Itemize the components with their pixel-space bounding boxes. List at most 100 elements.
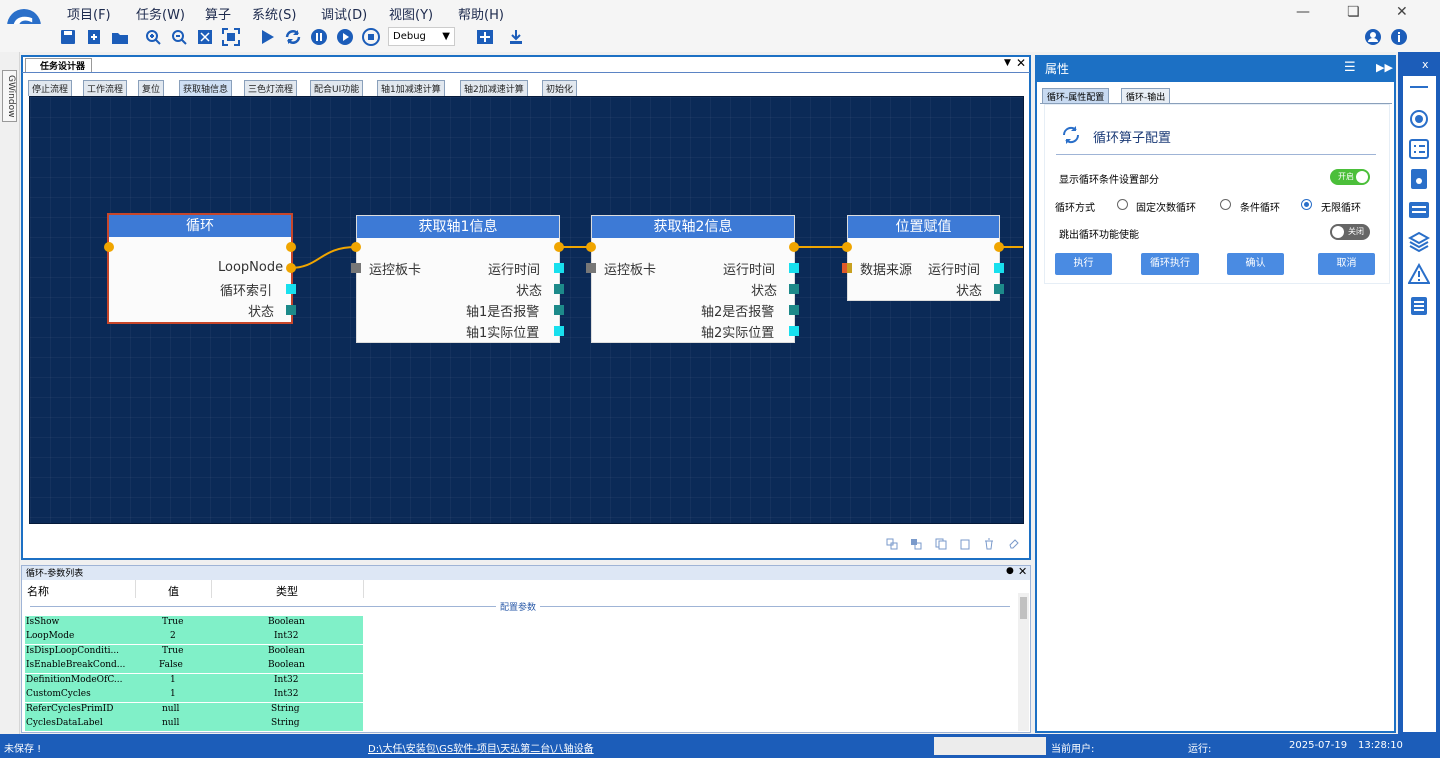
node-axis2-title: 获取轴2信息	[592, 216, 794, 238]
port-axis2-alarm[interactable]	[789, 305, 799, 315]
paste-icon[interactable]	[959, 538, 971, 550]
row-value: 1	[170, 675, 176, 685]
table-row[interactable]: LoopMode 2 Int32	[25, 630, 363, 644]
confirm-button[interactable]: 确认	[1227, 253, 1284, 275]
menu-icon[interactable]: ☰	[1344, 60, 1356, 75]
close-sidebar-icon[interactable]: x	[1422, 58, 1429, 71]
node-assign-input: 数据来源	[860, 263, 913, 278]
node-axis1-output-0: 运行时间	[488, 263, 541, 278]
row-name: LoopMode	[26, 631, 75, 641]
save-status: 未保存 !	[4, 744, 42, 755]
table-row[interactable]: DefinitionModeOfC... 1 Int32	[25, 674, 363, 688]
radio-dot	[1304, 202, 1309, 207]
row-name: CyclesDataLabel	[26, 718, 103, 728]
col-divider	[135, 580, 136, 598]
port-axis1-runtime[interactable]	[554, 263, 564, 273]
heading-divider	[1056, 154, 1376, 155]
port-axis2-card[interactable]	[586, 263, 596, 273]
port-axis1-status[interactable]	[554, 284, 564, 294]
loop-operator-icon	[1060, 124, 1082, 146]
table-row[interactable]: IsDispLoopConditi... True Boolean	[25, 645, 363, 659]
table-row[interactable]: CyclesDataLabel null String	[25, 717, 363, 731]
row-type: Int32	[274, 689, 299, 699]
collapse-icon[interactable]: ▶▶	[1376, 61, 1393, 74]
row-value: null	[162, 718, 180, 728]
clear-icon[interactable]	[1008, 538, 1020, 550]
row-value: 2	[170, 631, 176, 641]
variables-icon[interactable]	[1408, 295, 1430, 317]
col-header-name[interactable]: 名称	[27, 583, 49, 599]
show-condition-label: 显示循环条件设置部分	[1059, 175, 1159, 186]
port-assign-status[interactable]	[994, 284, 1004, 294]
port-axis2-out[interactable]	[789, 242, 799, 252]
settings-doc-icon[interactable]	[1408, 168, 1430, 190]
radio-fixed-count[interactable]	[1117, 199, 1128, 210]
delete-icon[interactable]	[983, 538, 995, 550]
copy-icon[interactable]	[935, 538, 947, 550]
port-loop-index[interactable]	[286, 284, 296, 294]
loop-execute-button[interactable]: 循环执行	[1141, 253, 1199, 275]
table-row[interactable]: IsShow True Boolean	[25, 616, 363, 630]
status-time: 13:28:10	[1358, 740, 1403, 751]
port-loop-status[interactable]	[286, 305, 296, 315]
checklist-icon[interactable]	[1408, 138, 1430, 160]
row-type: Boolean	[268, 646, 305, 656]
node-axis2-output-1: 状态	[751, 284, 778, 299]
status-date: 2025-07-19	[1289, 740, 1348, 751]
row-type: Boolean	[268, 617, 305, 627]
list-view-icon[interactable]	[1408, 199, 1430, 221]
port-axis1-out[interactable]	[554, 242, 564, 252]
port-assign-source[interactable]	[842, 263, 852, 273]
break-toggle[interactable]: 关闭	[1330, 224, 1370, 240]
row-type: Boolean	[268, 660, 305, 670]
node-assign-title: 位置赋值	[848, 216, 999, 238]
scroll-thumb[interactable]	[1020, 597, 1027, 619]
radio-fixed-count-label: 固定次数循环	[1136, 203, 1196, 214]
tab-loop-config[interactable]: 循环-属性配置	[1042, 88, 1110, 103]
tab-loop-output[interactable]: 循环-输出	[1121, 88, 1171, 103]
node-assign-output-0: 运行时间	[928, 263, 981, 278]
port-axis2-in[interactable]	[586, 242, 596, 252]
cancel-button[interactable]: 取消	[1318, 253, 1375, 275]
table-row[interactable]: ReferCyclesPrimID null String	[25, 703, 363, 717]
properties-title: 属性	[1045, 62, 1070, 76]
radio-infinite[interactable]	[1301, 199, 1312, 210]
row-value: 1	[170, 689, 176, 699]
port-assign-out[interactable]	[994, 242, 1004, 252]
col-header-type[interactable]: 类型	[276, 583, 298, 599]
execute-button[interactable]: 执行	[1055, 253, 1112, 275]
layers-icon[interactable]	[1408, 231, 1430, 253]
port-axis1-in[interactable]	[351, 242, 361, 252]
warning-icon[interactable]	[1408, 263, 1430, 285]
table-row[interactable]: CustomCycles 1 Int32	[25, 688, 363, 702]
radio-condition[interactable]	[1220, 199, 1231, 210]
port-loop-out[interactable]	[286, 242, 296, 252]
separator	[1410, 86, 1428, 88]
project-path-link[interactable]: D:\大任\安装包\GS软件-项目\天弘第二台\八轴设备	[368, 740, 594, 755]
port-loop-node[interactable]	[286, 263, 296, 273]
port-assign-in[interactable]	[842, 242, 852, 252]
port-axis1-alarm[interactable]	[554, 305, 564, 315]
pin-icon[interactable]: ●	[1006, 566, 1014, 576]
progress-field	[934, 737, 1046, 755]
ungroup-icon[interactable]	[910, 538, 922, 550]
param-scrollbar[interactable]	[1018, 593, 1029, 731]
port-axis2-status[interactable]	[789, 284, 799, 294]
col-header-value[interactable]: 值	[168, 583, 179, 599]
port-axis1-position[interactable]	[554, 326, 564, 336]
port-axis1-card[interactable]	[351, 263, 361, 273]
row-value: True	[162, 646, 184, 656]
table-row[interactable]: IsEnableBreakCond... False Boolean	[25, 659, 363, 673]
group-icon[interactable]	[886, 538, 898, 550]
node-loop-output-1: 循环索引	[220, 284, 273, 299]
loop-mode-label: 循环方式	[1055, 203, 1095, 214]
port-loop-in[interactable]	[104, 242, 114, 252]
hub-icon[interactable]	[1408, 108, 1430, 130]
toggle-knob	[1356, 171, 1368, 183]
port-assign-runtime[interactable]	[994, 263, 1004, 273]
show-condition-toggle[interactable]: 开启	[1330, 169, 1370, 185]
close-params-icon[interactable]: ✕	[1018, 565, 1027, 578]
row-type: Int32	[274, 675, 299, 685]
port-axis2-position[interactable]	[789, 326, 799, 336]
port-axis2-runtime[interactable]	[789, 263, 799, 273]
